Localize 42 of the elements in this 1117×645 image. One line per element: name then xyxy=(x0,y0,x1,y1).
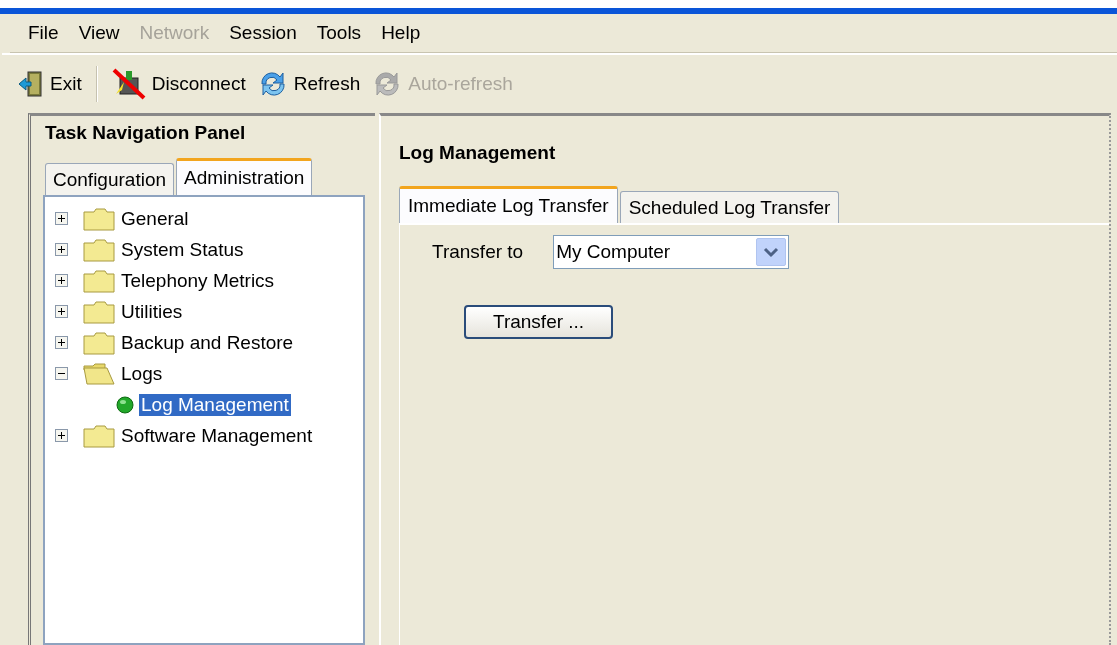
folder-icon xyxy=(83,206,115,231)
tree-item[interactable]: System Status xyxy=(119,238,246,261)
open-folder-icon xyxy=(83,361,115,386)
exit-door-icon xyxy=(18,70,44,98)
tree-item[interactable]: Backup and Restore xyxy=(119,331,296,354)
menu-item[interactable]: Session xyxy=(219,22,307,44)
destination-dropdown[interactable]: My Computer xyxy=(553,235,790,269)
tree-item[interactable]: Software Management xyxy=(119,424,315,447)
expand-toggle[interactable] xyxy=(55,243,68,256)
tree-item[interactable]: Log Management xyxy=(139,393,291,416)
menu-item[interactable]: Tools xyxy=(306,22,372,44)
tree-item[interactable]: General xyxy=(119,207,191,230)
transfer-button[interactable]: Transfer ... xyxy=(464,305,614,339)
tab[interactable]: Immediate Log Transfer xyxy=(399,186,618,223)
folder-icon xyxy=(83,268,115,293)
toolbar-button[interactable]: Disconnect xyxy=(109,66,248,102)
tree-item[interactable]: Logs xyxy=(119,362,165,385)
expand-toggle[interactable] xyxy=(55,274,68,287)
section-title: Log Management xyxy=(399,142,557,164)
tab[interactable]: Scheduled Log Transfer xyxy=(619,191,840,223)
folder-icon xyxy=(83,330,115,355)
expand-toggle[interactable] xyxy=(55,212,68,225)
panel-title: Task Navigation Panel xyxy=(45,122,247,144)
folder-icon xyxy=(83,423,115,448)
tree-item[interactable]: Telephony Metrics xyxy=(119,269,277,292)
tab[interactable]: Administration xyxy=(176,158,313,195)
tree-item[interactable]: Utilities xyxy=(119,300,185,323)
expand-toggle[interactable] xyxy=(55,429,68,442)
folder-icon xyxy=(83,237,115,262)
expand-toggle[interactable] xyxy=(55,305,68,318)
tab[interactable]: Configuration xyxy=(45,163,175,195)
toolbar-button[interactable]: Refresh xyxy=(255,68,363,100)
menu-item[interactable]: View xyxy=(68,22,130,44)
collapse-toggle[interactable] xyxy=(55,367,68,380)
status-dot-icon xyxy=(115,394,135,415)
toolbar-button[interactable]: Exit xyxy=(16,68,84,100)
disconnect-icon xyxy=(111,68,146,100)
menu-item[interactable]: File xyxy=(18,22,69,44)
field-label: Transfer to xyxy=(432,241,524,263)
folder-icon xyxy=(83,299,115,324)
menu-item[interactable]: Help xyxy=(371,22,431,44)
expand-toggle[interactable] xyxy=(55,336,68,349)
